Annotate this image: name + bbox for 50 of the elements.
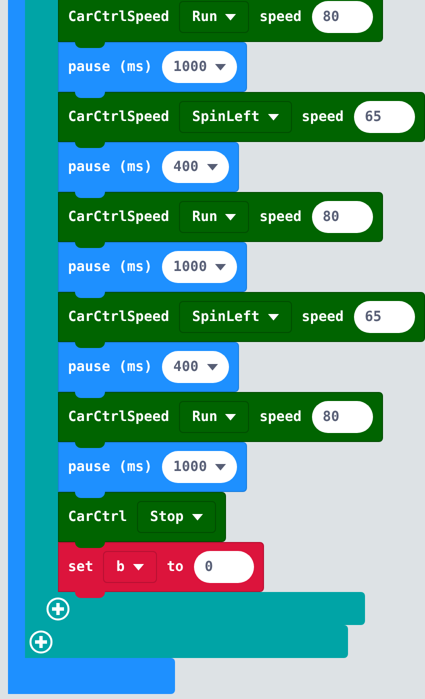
block-label: pause (ms)	[68, 459, 152, 475]
number-field[interactable]: 65	[354, 101, 415, 133]
duration-dropdown[interactable]: 1000	[162, 451, 238, 483]
caret-icon	[192, 514, 203, 520]
block-label: pause (ms)	[68, 359, 152, 375]
add-icon[interactable]	[46, 596, 70, 620]
caret-icon	[225, 14, 236, 20]
block-label: CarCtrlSpeed	[68, 409, 170, 425]
block-label: speed	[302, 309, 344, 325]
caret-icon	[225, 414, 236, 420]
variable-dropdown[interactable]: b	[103, 551, 157, 583]
block-label: CarCtrlSpeed	[68, 9, 170, 25]
mode-dropdown[interactable]: Run	[179, 1, 250, 33]
caret-icon	[206, 364, 218, 370]
block-label: speed	[259, 9, 302, 25]
number-field[interactable]: 0	[194, 551, 254, 583]
block-label: pause (ms)	[68, 59, 152, 75]
caret-icon	[132, 564, 144, 570]
caret-icon	[215, 264, 226, 270]
block-label: set	[68, 559, 94, 575]
block-label: pause (ms)	[68, 259, 152, 275]
block-label: speed	[259, 209, 302, 225]
duration-dropdown[interactable]: 400	[162, 351, 229, 383]
caret-icon	[268, 114, 279, 120]
block-label: CarCtrlSpeed	[68, 309, 170, 325]
number-field[interactable]: 80	[312, 201, 373, 233]
number-field[interactable]: 65	[354, 301, 415, 333]
caret-icon	[215, 64, 226, 70]
number-field[interactable]: 80	[312, 401, 373, 433]
mode-dropdown[interactable]: Run	[179, 201, 250, 233]
duration-dropdown[interactable]: 1000	[162, 51, 238, 83]
mode-dropdown[interactable]: SpinLeft	[179, 101, 292, 133]
mode-dropdown[interactable]: Stop	[137, 501, 216, 533]
caret-icon	[225, 214, 236, 220]
block-label: speed	[302, 109, 344, 125]
caret-icon	[268, 314, 279, 320]
block-label: speed	[259, 409, 302, 425]
number-field[interactable]: 80	[312, 1, 373, 33]
caret-icon	[215, 464, 226, 470]
mode-dropdown[interactable]: SpinLeft	[179, 301, 292, 333]
block-label: CarCtrlSpeed	[68, 109, 170, 125]
caret-icon	[206, 164, 218, 170]
block-label: pause (ms)	[68, 159, 152, 175]
mode-dropdown[interactable]: Run	[179, 401, 250, 433]
duration-dropdown[interactable]: 1000	[162, 251, 238, 283]
add-icon[interactable]	[29, 630, 53, 654]
block-label: to	[166, 559, 184, 575]
block-label: CarCtrl	[68, 509, 128, 525]
duration-dropdown[interactable]: 400	[162, 151, 229, 183]
block-label: CarCtrlSpeed	[68, 209, 170, 225]
